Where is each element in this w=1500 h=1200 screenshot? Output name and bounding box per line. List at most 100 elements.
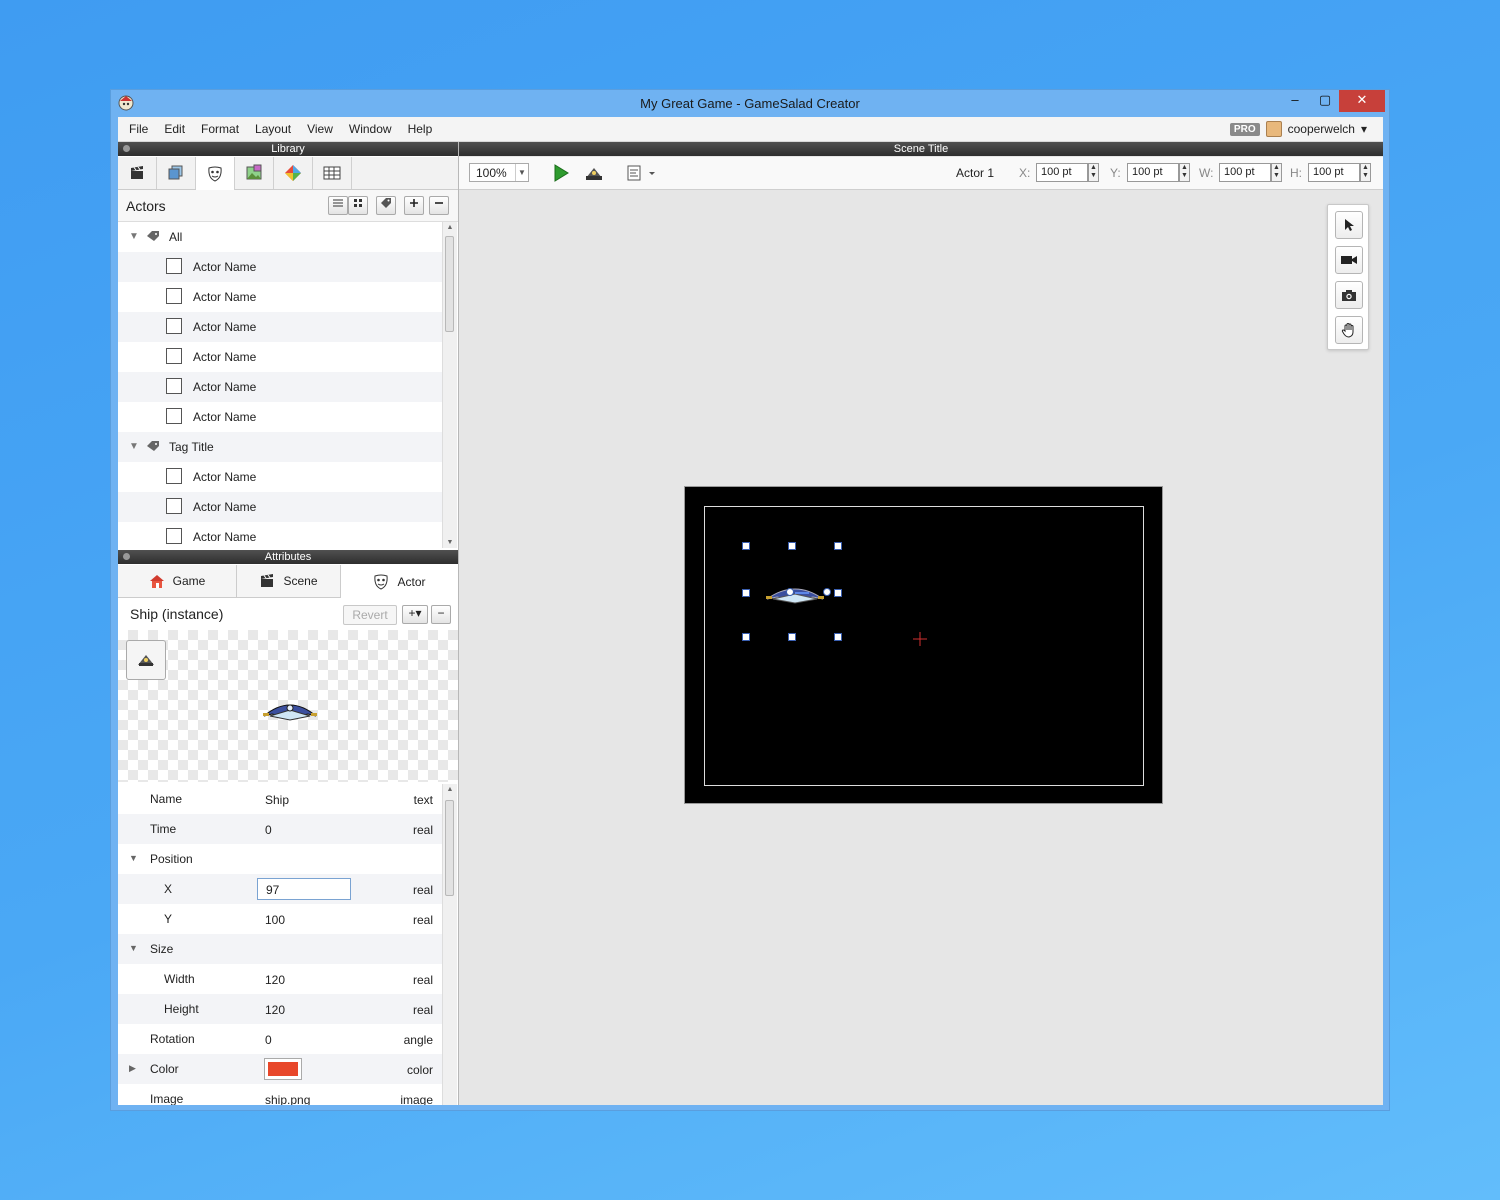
attr-row-x[interactable]: X 97 real xyxy=(118,874,442,904)
rotation-handle[interactable] xyxy=(822,587,832,597)
add-attribute-button[interactable]: +▾ xyxy=(402,605,428,624)
menu-format[interactable]: Format xyxy=(193,117,247,141)
attr-value[interactable]: 0 xyxy=(265,823,272,837)
maximize-button[interactable]: ▢ xyxy=(1310,90,1340,112)
group-row-all[interactable]: ▼ All xyxy=(118,222,442,252)
attr-value[interactable]: 0 xyxy=(265,1033,272,1047)
resize-handle[interactable] xyxy=(788,542,796,550)
screenshot-tool-button[interactable] xyxy=(1335,281,1363,309)
tab-behaviors[interactable] xyxy=(274,157,313,189)
actors-scrollbar[interactable]: ▲ ▼ xyxy=(442,222,457,548)
tab-actor[interactable]: Actor xyxy=(341,565,458,598)
tab-actors[interactable] xyxy=(196,157,235,190)
y-stepper[interactable]: ▲ ▼ xyxy=(1179,163,1190,182)
ship-preview-icon[interactable] xyxy=(584,165,604,181)
edit-image-button[interactable] xyxy=(126,640,166,680)
tab-game[interactable]: Game xyxy=(118,565,237,597)
username[interactable]: cooperwelch xyxy=(1288,122,1355,136)
menu-view[interactable]: View xyxy=(299,117,341,141)
tab-tables[interactable] xyxy=(313,157,352,189)
align-dropdown-icon[interactable] xyxy=(627,165,657,181)
h-stepper[interactable]: ▲ ▼ xyxy=(1360,163,1371,182)
color-swatch[interactable] xyxy=(264,1058,302,1080)
tab-scene[interactable]: Scene xyxy=(237,565,341,597)
minimize-button[interactable]: – xyxy=(1280,90,1310,112)
play-icon[interactable] xyxy=(552,164,570,182)
scroll-down-icon[interactable]: ▼ xyxy=(443,539,457,546)
select-tool-button[interactable] xyxy=(1335,211,1363,239)
attr-value[interactable]: 120 xyxy=(265,973,285,987)
user-menu[interactable]: PRO cooperwelch ▾ xyxy=(1229,121,1367,137)
attributes-scrollbar[interactable]: ▲ xyxy=(442,784,457,1105)
attr-value[interactable]: 120 xyxy=(265,1003,285,1017)
group-row-tag-title[interactable]: ▼ Tag Title xyxy=(118,432,442,462)
attr-value[interactable]: Ship xyxy=(265,793,289,807)
y-input[interactable]: 100 pt xyxy=(1127,163,1179,182)
list-view-button[interactable] xyxy=(328,196,348,215)
x-input[interactable]: 100 pt xyxy=(1036,163,1088,182)
h-input[interactable]: 100 pt xyxy=(1308,163,1360,182)
scroll-thumb[interactable] xyxy=(445,236,454,332)
list-item[interactable]: Actor Name xyxy=(118,522,442,548)
remove-attribute-button[interactable]: − xyxy=(431,605,451,624)
list-item[interactable]: Actor Name xyxy=(118,252,442,282)
scroll-up-icon[interactable]: ▲ xyxy=(443,224,457,231)
resize-handle[interactable] xyxy=(742,633,750,641)
attr-row-color[interactable]: ▶ Color color xyxy=(118,1054,442,1084)
rotation-center-handle[interactable] xyxy=(785,587,795,597)
scroll-up-icon[interactable]: ▲ xyxy=(443,786,457,793)
close-button[interactable]: ✕ xyxy=(1339,90,1385,112)
tab-images[interactable] xyxy=(235,157,274,189)
camera-tool-button[interactable] xyxy=(1335,246,1363,274)
expand-triangle-icon[interactable]: ▼ xyxy=(129,943,138,953)
attr-value[interactable]: 100 xyxy=(265,913,285,927)
revert-button[interactable]: Revert xyxy=(343,605,397,625)
pan-tool-button[interactable] xyxy=(1335,316,1363,344)
list-item[interactable]: Actor Name xyxy=(118,282,442,312)
list-item[interactable]: Actor Name xyxy=(118,462,442,492)
w-input[interactable]: 100 pt xyxy=(1219,163,1271,182)
ship-actor[interactable] xyxy=(765,581,825,605)
menu-help[interactable]: Help xyxy=(400,117,441,141)
w-stepper[interactable]: ▲ ▼ xyxy=(1271,163,1282,182)
resize-handle[interactable] xyxy=(834,633,842,641)
library-collapse-dot[interactable] xyxy=(123,145,130,152)
list-item[interactable]: Actor Name xyxy=(118,402,442,432)
grid-view-button[interactable] xyxy=(348,196,368,215)
expand-triangle-icon[interactable]: ▼ xyxy=(129,231,139,242)
user-caret-icon[interactable]: ▾ xyxy=(1361,122,1367,136)
attr-row-height[interactable]: Height 120 real xyxy=(118,994,442,1024)
menu-window[interactable]: Window xyxy=(341,117,400,141)
x-stepper[interactable]: ▲ ▼ xyxy=(1088,163,1099,182)
scroll-thumb[interactable] xyxy=(445,800,454,896)
list-item[interactable]: Actor Name xyxy=(118,492,442,522)
attr-row-size[interactable]: ▼ Size xyxy=(118,934,442,964)
attr-row-name[interactable]: Name Ship text xyxy=(118,784,442,814)
attr-row-width[interactable]: Width 120 real xyxy=(118,964,442,994)
menu-layout[interactable]: Layout xyxy=(247,117,299,141)
tab-prototypes[interactable] xyxy=(157,157,196,189)
add-actor-button[interactable] xyxy=(404,196,424,215)
list-item[interactable]: Actor Name xyxy=(118,312,442,342)
scene-stage[interactable] xyxy=(684,486,1163,804)
zoom-select[interactable]: 100% ▼ xyxy=(469,163,529,182)
attr-value[interactable]: ship.png xyxy=(265,1093,310,1105)
resize-handle[interactable] xyxy=(834,542,842,550)
tab-scenes[interactable] xyxy=(118,157,157,189)
remove-actor-button[interactable] xyxy=(429,196,449,215)
attr-row-y[interactable]: Y 100 real xyxy=(118,904,442,934)
attr-row-time[interactable]: Time 0 real xyxy=(118,814,442,844)
resize-handle[interactable] xyxy=(834,589,842,597)
resize-handle[interactable] xyxy=(788,633,796,641)
tag-button[interactable] xyxy=(376,196,396,215)
expand-triangle-icon[interactable]: ▼ xyxy=(129,441,139,452)
list-item[interactable]: Actor Name xyxy=(118,342,442,372)
attr-row-position[interactable]: ▼ Position xyxy=(118,844,442,874)
resize-handle[interactable] xyxy=(742,589,750,597)
list-item[interactable]: Actor Name xyxy=(118,372,442,402)
attributes-collapse-dot[interactable] xyxy=(123,553,130,560)
attr-row-image[interactable]: Image ship.png image xyxy=(118,1084,442,1105)
menu-file[interactable]: File xyxy=(121,117,156,141)
x-value-input[interactable]: 97 xyxy=(257,878,351,900)
expand-triangle-icon[interactable]: ▼ xyxy=(129,853,138,863)
